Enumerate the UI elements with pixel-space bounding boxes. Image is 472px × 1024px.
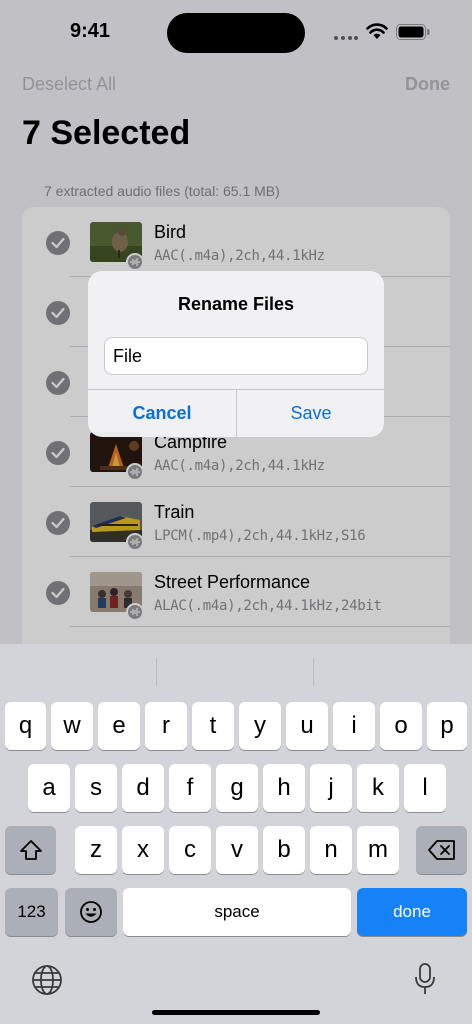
key-f[interactable]: f (169, 764, 211, 812)
prediction-divider (156, 658, 157, 686)
space-key[interactable]: space (123, 888, 351, 936)
delete-icon (428, 840, 455, 860)
key-c[interactable]: c (169, 826, 211, 874)
key-b[interactable]: b (263, 826, 305, 874)
key-g[interactable]: g (216, 764, 258, 812)
alert-title: Rename Files (177, 294, 295, 314)
key-j[interactable]: j (310, 764, 352, 812)
delete-key[interactable] (416, 826, 467, 874)
save-button[interactable]: Save (237, 390, 384, 437)
emoji-icon (80, 901, 102, 923)
key-r[interactable]: r (145, 702, 187, 750)
shift-icon (20, 840, 42, 860)
key-a[interactable]: a (28, 764, 70, 812)
key-v[interactable]: v (216, 826, 258, 874)
key-s[interactable]: s (75, 764, 117, 812)
cancel-button[interactable]: Cancel (88, 390, 236, 437)
emoji-key[interactable] (65, 888, 117, 936)
key-t[interactable]: t (192, 702, 234, 750)
shift-key[interactable] (5, 826, 56, 874)
key-i[interactable]: i (333, 702, 375, 750)
key-k[interactable]: k (357, 764, 399, 812)
numbers-key[interactable]: 123 (5, 888, 58, 936)
key-h[interactable]: h (263, 764, 305, 812)
prediction-divider (313, 658, 314, 686)
key-n[interactable]: n (310, 826, 352, 874)
key-l[interactable]: l (404, 764, 446, 812)
key-p[interactable]: p (427, 702, 467, 750)
microphone-icon[interactable] (414, 962, 436, 996)
keyboard: q w e r t y u i o p a s d f g h j k l z … (0, 644, 472, 1024)
filename-input[interactable]: File (104, 337, 368, 375)
done-key[interactable]: done (357, 888, 467, 936)
key-w[interactable]: w (51, 702, 93, 750)
home-indicator (152, 1010, 320, 1015)
key-m[interactable]: m (357, 826, 399, 874)
key-u[interactable]: u (286, 702, 328, 750)
key-y[interactable]: y (239, 702, 281, 750)
key-d[interactable]: d (122, 764, 164, 812)
key-q[interactable]: q (5, 702, 46, 750)
rename-files-alert: Rename Files File Cancel Save (88, 271, 384, 437)
key-o[interactable]: o (380, 702, 422, 750)
key-e[interactable]: e (98, 702, 140, 750)
globe-icon[interactable] (31, 964, 63, 996)
key-x[interactable]: x (122, 826, 164, 874)
key-z[interactable]: z (75, 826, 117, 874)
